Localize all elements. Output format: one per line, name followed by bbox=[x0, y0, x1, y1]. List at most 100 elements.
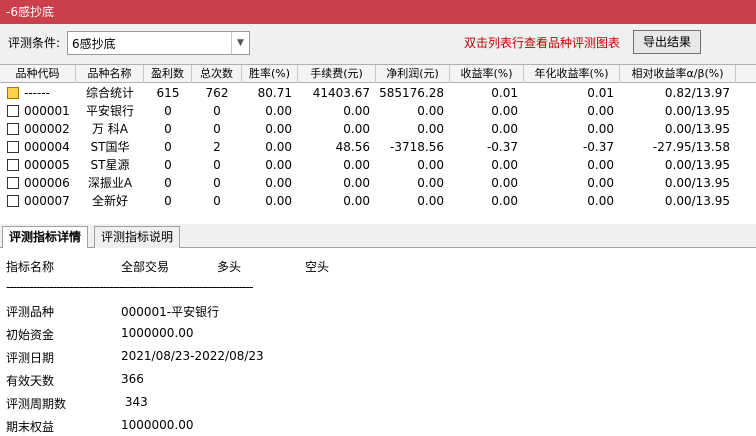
cell-return: -0.37 bbox=[486, 140, 518, 154]
cell-win-rate: 0.00 bbox=[265, 176, 292, 190]
cell-total-count: 0 bbox=[213, 158, 221, 172]
cell-return: 0.00 bbox=[491, 104, 518, 118]
cell-return: 0.01 bbox=[491, 86, 518, 100]
detail-label: 评测日期 bbox=[6, 351, 55, 365]
cell-profit-count: 0 bbox=[164, 122, 172, 136]
table-row[interactable]: 000002 万 科A 0 0 0.00 0.00 0.00 0.00 0.00… bbox=[0, 120, 756, 138]
table-header: 品种代码 品种名称 盈利数 总次数 胜率(%) 手续费(元) 净利润(元) 收益… bbox=[0, 65, 756, 83]
detail-value: 1000000.00 bbox=[121, 418, 194, 432]
table-row-summary[interactable]: ------ 综合统计 615 762 80.71 41403.67 58517… bbox=[0, 84, 756, 102]
detail-header-all: 全部交易 bbox=[121, 260, 170, 274]
cell-fee: 0.00 bbox=[343, 194, 370, 208]
cell-total-count: 0 bbox=[213, 122, 221, 136]
detail-label: 期末权益 bbox=[6, 420, 55, 434]
cell-fee: 0.00 bbox=[343, 158, 370, 172]
cell-relative-return: 0.82/13.97 bbox=[664, 86, 730, 100]
detail-label: 有效天数 bbox=[6, 374, 55, 388]
hint-text: 双击列表行查看品种评测图表 bbox=[464, 36, 621, 50]
cell-relative-return: 0.00/13.95 bbox=[664, 194, 730, 208]
cell-win-rate: 0.00 bbox=[265, 140, 292, 154]
detail-value: 000001-平安银行 bbox=[121, 305, 220, 319]
cell-profit-count: 0 bbox=[164, 194, 172, 208]
tab-indicator-description[interactable]: 评测指标说明 bbox=[94, 226, 181, 248]
cell-profit-count: 0 bbox=[164, 140, 172, 154]
cell-total-count: 0 bbox=[213, 104, 221, 118]
cell-profit-count: 0 bbox=[164, 176, 172, 190]
cell-net-profit: 0.00 bbox=[417, 104, 444, 118]
table-row[interactable]: 000001 平安银行 0 0 0.00 0.00 0.00 0.00 0.00… bbox=[0, 102, 756, 120]
cell-relative-return: 0.00/13.95 bbox=[664, 176, 730, 190]
cell-profit-count: 615 bbox=[156, 86, 180, 100]
cell-name: 万 科A bbox=[91, 122, 129, 136]
cell-annual-return: 0.00 bbox=[587, 122, 614, 136]
column-header[interactable]: 手续费(元) bbox=[298, 65, 376, 83]
detail-label: 初始资金 bbox=[6, 328, 55, 342]
table-row[interactable]: 000007 全新好 0 0 0.00 0.00 0.00 0.00 0.00 … bbox=[0, 192, 756, 210]
cell-relative-return: 0.00/13.95 bbox=[664, 104, 730, 118]
cell-win-rate: 0.00 bbox=[265, 122, 292, 136]
cell-relative-return: 0.00/13.95 bbox=[664, 158, 730, 172]
cell-code: 000004 bbox=[24, 140, 70, 154]
cell-total-count: 0 bbox=[213, 176, 221, 190]
cell-name: 全新好 bbox=[91, 194, 128, 208]
detail-value: 1000000.00 bbox=[121, 326, 194, 340]
cell-fee: 0.00 bbox=[343, 122, 370, 136]
column-header[interactable]: 品种名称 bbox=[76, 65, 144, 83]
cell-code: ------ bbox=[24, 86, 50, 100]
cell-net-profit: 0.00 bbox=[417, 122, 444, 136]
condition-bar: 评测条件: 6感抄底 ▼ 双击列表行查看品种评测图表 导出结果 bbox=[0, 24, 756, 64]
detail-value: 343 bbox=[121, 395, 148, 409]
column-header[interactable]: 胜率(%) bbox=[242, 65, 298, 83]
cell-code: 000001 bbox=[24, 104, 70, 118]
column-header[interactable]: 品种代码 bbox=[0, 65, 76, 83]
cell-name: 平安银行 bbox=[85, 104, 134, 118]
condition-label: 评测条件: bbox=[8, 36, 61, 50]
column-header[interactable]: 总次数 bbox=[192, 65, 242, 83]
cell-total-count: 762 bbox=[205, 86, 229, 100]
cell-net-profit: 0.00 bbox=[417, 176, 444, 190]
column-header[interactable]: 收益率(%) bbox=[450, 65, 524, 83]
detail-value: 366 bbox=[121, 372, 144, 386]
cell-net-profit: 0.00 bbox=[417, 158, 444, 172]
cell-relative-return: -27.95/13.58 bbox=[652, 140, 730, 154]
cell-code: 000005 bbox=[24, 158, 70, 172]
cell-net-profit: -3718.56 bbox=[390, 140, 444, 154]
condition-select-value: 6感抄底 bbox=[72, 37, 116, 51]
cell-fee: 41403.67 bbox=[312, 86, 370, 100]
cell-annual-return: 0.00 bbox=[587, 104, 614, 118]
tab-bar: 评测指标详情 评测指标说明 bbox=[0, 224, 756, 249]
cell-total-count: 2 bbox=[213, 140, 221, 154]
cell-return: 0.00 bbox=[491, 122, 518, 136]
detail-label: 评测周期数 bbox=[6, 397, 67, 411]
table-row[interactable]: 000006 深振业A 0 0 0.00 0.00 0.00 0.00 0.00… bbox=[0, 174, 756, 192]
cell-annual-return: 0.00 bbox=[587, 176, 614, 190]
table-row[interactable]: 000004 ST国华 0 2 0.00 48.56 -3718.56 -0.3… bbox=[0, 138, 756, 156]
table-row[interactable]: 000005 ST星源 0 0 0.00 0.00 0.00 0.00 0.00… bbox=[0, 156, 756, 174]
cell-return: 0.00 bbox=[491, 194, 518, 208]
tab-indicator-details[interactable]: 评测指标详情 bbox=[2, 226, 89, 249]
condition-select[interactable]: 6感抄底 ▼ bbox=[67, 31, 250, 55]
export-results-button[interactable]: 导出结果 bbox=[633, 30, 701, 54]
cell-code: 000002 bbox=[24, 122, 70, 136]
cell-code: 000007 bbox=[24, 194, 70, 208]
cell-name: 深振业A bbox=[87, 176, 133, 190]
column-header[interactable]: 盈利数 bbox=[144, 65, 192, 83]
cell-profit-count: 0 bbox=[164, 104, 172, 118]
cell-return: 0.00 bbox=[491, 176, 518, 190]
indicator-detail-panel: 指标名称 全部交易 多头 空头 ------------------------… bbox=[0, 248, 756, 436]
cell-fee: 48.56 bbox=[335, 140, 370, 154]
column-header[interactable]: 净利润(元) bbox=[376, 65, 450, 83]
cell-relative-return: 0.00/13.95 bbox=[664, 122, 730, 136]
chevron-down-icon[interactable]: ▼ bbox=[231, 32, 249, 54]
cell-name: ST星源 bbox=[90, 158, 130, 172]
column-header[interactable]: 年化收益率(%) bbox=[524, 65, 620, 83]
detail-separator: ----------------------------------------… bbox=[6, 280, 253, 294]
cell-annual-return: -0.37 bbox=[582, 140, 614, 154]
cell-annual-return: 0.01 bbox=[587, 86, 614, 100]
detail-header-short: 空头 bbox=[305, 260, 330, 274]
cell-win-rate: 80.71 bbox=[257, 86, 292, 100]
window-title: -6感抄底 bbox=[0, 0, 756, 24]
cell-profit-count: 0 bbox=[164, 158, 172, 172]
column-header[interactable]: 相对收益率α/β(%) bbox=[620, 65, 736, 83]
cell-win-rate: 0.00 bbox=[265, 104, 292, 118]
